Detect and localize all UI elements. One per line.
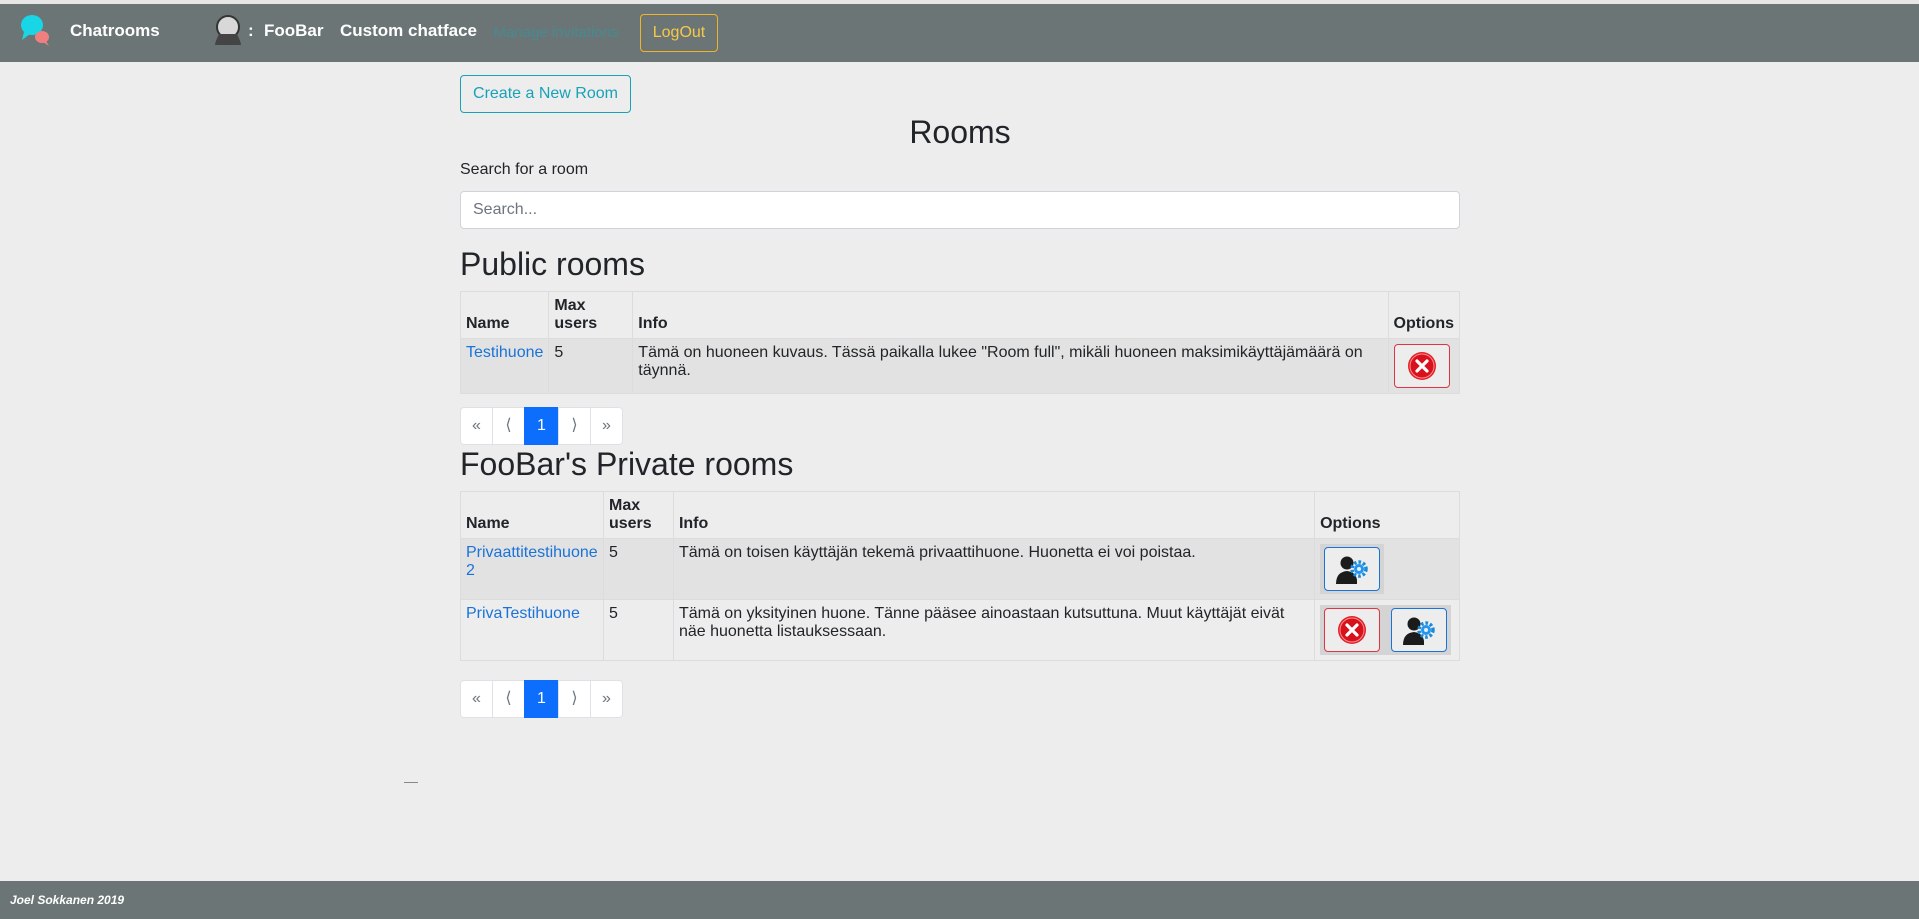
- custom-chatface-link[interactable]: Custom chatface: [340, 21, 477, 41]
- column-header-name: Name: [459, 291, 550, 339]
- brand-link[interactable]: Chatrooms: [70, 21, 160, 41]
- room-max-users: 5: [548, 338, 634, 394]
- user-gear-icon: [1336, 556, 1368, 584]
- public-rooms-pagination: « ⟨ 1 ⟩ »: [460, 407, 623, 445]
- room-options: [1314, 599, 1460, 661]
- room-link[interactable]: PrivaTestihuone: [466, 605, 580, 622]
- pagination-prev[interactable]: ⟨: [492, 407, 525, 445]
- manage-users-button[interactable]: [1324, 547, 1381, 591]
- footer: Joel Sokkanen 2019: [0, 881, 1919, 919]
- table-row: Testihuone 5 Tämä on huoneen kuvaus. Täs…: [459, 338, 1461, 394]
- room-link[interactable]: Privaattitestihuone 2: [466, 544, 598, 579]
- delete-x-icon: [1338, 616, 1367, 644]
- pagination-first[interactable]: «: [460, 680, 493, 718]
- delete-x-icon: [1407, 352, 1436, 380]
- private-rooms-table: Name Max users Info Options Privaattites…: [460, 491, 1460, 661]
- column-header-name: Name: [460, 491, 604, 539]
- room-options: [1314, 538, 1460, 600]
- search-input[interactable]: [460, 191, 1460, 229]
- navbar: Chatrooms : FooBar Custom chatface Manag…: [0, 4, 1919, 62]
- username-link[interactable]: FooBar: [264, 21, 324, 41]
- column-header-info: Info: [632, 291, 1389, 339]
- divider-dash: [404, 782, 418, 783]
- footer-credit: Joel Sokkanen 2019: [10, 893, 125, 907]
- manage-users-button[interactable]: [1390, 608, 1447, 652]
- room-info: Tämä on yksityinen huone. Tänne pääsee a…: [672, 599, 1316, 661]
- room-info: Tämä on huoneen kuvaus. Tässä paikalla l…: [632, 338, 1389, 394]
- page-title: Rooms: [909, 114, 1011, 150]
- options-group: [1320, 544, 1385, 594]
- pagination-last[interactable]: »: [590, 407, 623, 445]
- room-link[interactable]: Testihuone: [466, 344, 543, 361]
- user-gear-icon: [1402, 617, 1435, 645]
- options-group: [1320, 605, 1451, 655]
- column-header-max-users: Max users: [548, 291, 634, 339]
- table-header-row: Name Max users Info Options: [460, 491, 1460, 539]
- user-avatar-icon: [215, 15, 241, 45]
- pagination-last[interactable]: »: [590, 680, 623, 718]
- column-header-options: Options: [1314, 491, 1460, 539]
- disabled-nav-button: Manage invitations: [493, 24, 619, 41]
- column-header-options: Options: [1387, 291, 1461, 339]
- pagination-next[interactable]: ⟩: [558, 680, 591, 718]
- public-rooms-table: Name Max users Info Options Testihuone 5…: [459, 291, 1461, 394]
- delete-room-button[interactable]: [1393, 344, 1450, 388]
- column-header-max-users: Max users: [602, 491, 674, 539]
- private-rooms-pagination: « ⟨ 1 ⟩ »: [460, 680, 623, 718]
- chat-bubbles-icon[interactable]: [19, 13, 51, 47]
- room-options: [1387, 338, 1461, 394]
- room-max-users: 5: [602, 538, 674, 600]
- delete-room-button[interactable]: [1324, 608, 1381, 652]
- user-separator: :: [248, 21, 254, 40]
- pagination-prev[interactable]: ⟨: [492, 680, 525, 718]
- table-row: Privaattitestihuone 2 5 Tämä on toisen k…: [460, 538, 1460, 600]
- pagination-current-page[interactable]: 1: [524, 407, 559, 445]
- column-header-info: Info: [672, 491, 1316, 539]
- create-room-button[interactable]: Create a New Room: [460, 75, 631, 113]
- search-label: Search for a room: [460, 161, 589, 178]
- pagination-first[interactable]: «: [460, 407, 493, 445]
- table-row: PrivaTestihuone 5 Tämä on yksityinen huo…: [460, 599, 1460, 661]
- pagination-next[interactable]: ⟩: [558, 407, 591, 445]
- public-rooms-title: Public rooms: [460, 246, 645, 282]
- pagination-current-page[interactable]: 1: [524, 680, 559, 718]
- private-rooms-title: FooBar's Private rooms: [460, 446, 794, 482]
- logout-button[interactable]: LogOut: [640, 14, 718, 52]
- table-header-row: Name Max users Info Options: [459, 291, 1461, 339]
- room-max-users: 5: [602, 599, 674, 661]
- room-info: Tämä on toisen käyttäjän tekemä privaatt…: [672, 538, 1316, 600]
